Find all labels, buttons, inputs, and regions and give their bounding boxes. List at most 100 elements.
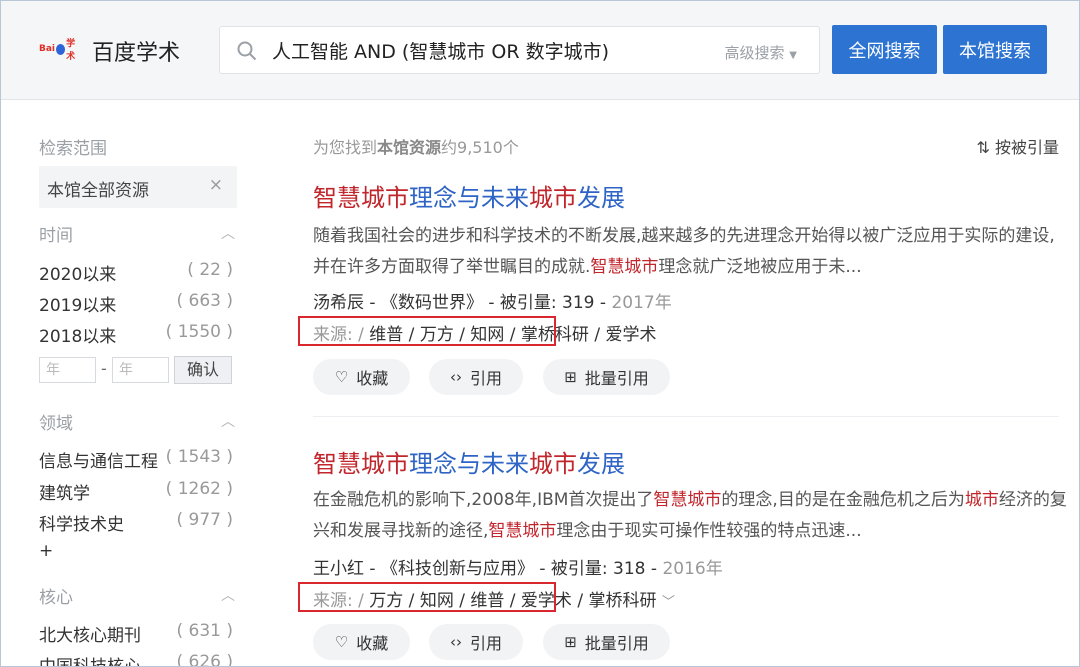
sort-icon: ⇅ (976, 138, 990, 157)
result-title[interactable]: 智慧城市理念与未来城市发展 (313, 444, 625, 479)
result-abstract: 随着我国社会的进步和科学技术的不断发展,越来越多的先进理念开始得以被广泛应用于实… (313, 221, 1059, 283)
batch-cite-label: 批量引用 (584, 369, 649, 388)
abstract-text: 在金融危机的影响下,2008年,IBM首次提出了 (313, 490, 654, 510)
source-link[interactable]: 掌桥科研 (588, 591, 656, 611)
result-title[interactable]: 智慧城市理念与未来城市发展 (313, 178, 625, 213)
author-link[interactable]: 汤希辰 (313, 293, 364, 313)
sort-button[interactable]: ⇅ 按被引量 (976, 134, 1059, 158)
abstract-line: 在金融危机的影响下,2008年,IBM首次提出了智慧城市的理念,目的是在金融危机… (313, 485, 1067, 516)
favorite-button[interactable]: ♡ 收藏 (313, 359, 410, 395)
close-icon[interactable]: × (209, 175, 223, 195)
folder-plus-icon: ⊞ (564, 368, 577, 386)
cite-label: 引用 (469, 634, 502, 653)
time-label: 2020以来 (39, 265, 117, 285)
advanced-search-label: 高级搜索 (724, 44, 785, 62)
cite-button[interactable]: ‹› 引用 (429, 624, 523, 660)
search-input[interactable] (272, 27, 692, 73)
page: Bai学术 百度学术 高级搜索 ▼ 全网搜索 本馆搜索 检索范围 本馆全部资源 … (0, 0, 1080, 667)
cited-label: 被引量: (550, 559, 608, 579)
cited-value: 318 (613, 559, 646, 579)
count-suffix: 约9,510个 (441, 138, 519, 157)
title-text: 理念与未来 (409, 450, 529, 478)
cite-button[interactable]: ‹› 引用 (429, 359, 523, 395)
abstract-text: 兴和发展寻找新的途径, (313, 521, 489, 541)
field-label: 建筑学 (39, 484, 90, 504)
chevron-up-icon[interactable]: ︿ (221, 585, 235, 605)
folder-plus-icon: ⊞ (564, 633, 577, 651)
batch-cite-button[interactable]: ⊞ 批量引用 (543, 359, 670, 395)
time-count: ( 22 ) (187, 260, 233, 280)
scope-value: 本馆全部资源 (47, 181, 149, 201)
abstract-text: 理念就广泛地被应用于未... (658, 257, 862, 277)
core-label: 中国科技核心 (39, 657, 141, 667)
abstract-text: 并在许多方面取得了举世瞩目的成就. (313, 257, 591, 277)
chevron-up-icon[interactable]: ︿ (221, 411, 235, 431)
time-item[interactable]: 2020以来 ( 22 ) (39, 260, 237, 285)
cited-label: 被引量: (499, 293, 557, 313)
caret-down-icon: ▼ (789, 50, 797, 61)
core-item[interactable]: 北大核心期刊 ( 631 ) (39, 621, 237, 646)
count-prefix: 为您找到 (313, 138, 378, 157)
baidu-logo[interactable]: Bai 学术 (39, 39, 81, 62)
chevron-down-icon[interactable]: ﹀ (662, 595, 675, 610)
favorite-label: 收藏 (356, 634, 389, 653)
scope-title: 检索范围 (39, 139, 107, 159)
source-link[interactable]: 爱学术 (605, 325, 656, 345)
field-item[interactable]: 信息与通信工程 ( 1543 ) (39, 447, 237, 472)
time-item[interactable]: 2019以来 ( 663 ) (39, 291, 237, 316)
time-count: ( 663 ) (176, 291, 233, 311)
favorite-button[interactable]: ♡ 收藏 (313, 624, 410, 660)
title-hl: 城市 (529, 184, 577, 212)
search-icon (237, 41, 257, 61)
field-item[interactable]: 科学技术史 ( 977 ) (39, 510, 237, 535)
year-from-input[interactable]: 年 (39, 357, 96, 383)
field-count: ( 1543 ) (165, 447, 233, 467)
batch-cite-label: 批量引用 (584, 634, 649, 653)
confirm-button[interactable]: 确认 (174, 356, 232, 384)
paw-icon (56, 43, 66, 55)
title-hl: 城市 (529, 450, 577, 478)
web-search-button[interactable]: 全网搜索 (832, 25, 937, 74)
year: 2017年 (611, 293, 672, 313)
author-link[interactable]: 王小红 (313, 559, 364, 579)
result-count: 为您找到本馆资源约9,510个 (313, 134, 519, 158)
journal-link[interactable]: 《科技创新与应用》 (381, 559, 534, 579)
abstract-hl: 智慧城市 (488, 521, 557, 541)
journal-link[interactable]: 《数码世界》 (381, 293, 483, 313)
abstract-text: 的理念,目的是在金融危机之后为 (721, 490, 965, 510)
library-search-button[interactable]: 本馆搜索 (943, 25, 1047, 74)
heart-icon: ♡ (334, 368, 349, 386)
batch-cite-button[interactable]: ⊞ 批量引用 (543, 624, 670, 660)
time-label: 2019以来 (39, 296, 117, 316)
highlight-box (298, 316, 556, 346)
result-abstract: 在金融危机的影响下,2008年,IBM首次提出了智慧城市的理念,目的是在金融危机… (313, 485, 1067, 547)
field-count: ( 1262 ) (165, 479, 233, 499)
heart-icon: ♡ (334, 633, 349, 651)
scope-filter[interactable]: 本馆全部资源 × (39, 166, 237, 208)
year-to-input[interactable]: 年 (112, 357, 169, 383)
abstract-text: 理念由于现实可操作性较强的特点迅速... (556, 521, 862, 541)
count-bold: 本馆资源 (377, 138, 442, 157)
field-item[interactable]: 建筑学 ( 1262 ) (39, 479, 237, 504)
abstract-text: 经济的复 (998, 490, 1067, 510)
code-icon: ‹› (449, 633, 462, 651)
result-meta: 王小红 - 《科技创新与应用》 - 被引量: 318 - 2016年 (313, 559, 723, 579)
abstract-hl: 智慧城市 (653, 490, 722, 510)
divider (313, 416, 1059, 417)
search-box[interactable]: 高级搜索 ▼ (219, 26, 820, 74)
core-label: 北大核心期刊 (39, 626, 141, 646)
core-title: 核心 (39, 588, 73, 608)
advanced-search-link[interactable]: 高级搜索 ▼ (725, 42, 798, 63)
time-item[interactable]: 2018以来 ( 1550 ) (39, 322, 237, 347)
core-item[interactable]: 中国科技核心 ( 626 ) (39, 652, 237, 667)
abstract-hl: 城市 (964, 490, 999, 510)
more-button[interactable]: + (39, 541, 237, 561)
field-count: ( 977 ) (176, 510, 233, 530)
code-icon: ‹› (449, 368, 462, 386)
field-label: 信息与通信工程 (39, 452, 158, 472)
time-label: 2018以来 (39, 327, 117, 347)
cite-label: 引用 (469, 369, 502, 388)
chevron-up-icon[interactable]: ︿ (221, 223, 235, 243)
abstract-line: 并在许多方面取得了举世瞩目的成就.智慧城市理念就广泛地被应用于未... (313, 252, 1059, 283)
core-count: ( 626 ) (176, 652, 233, 667)
